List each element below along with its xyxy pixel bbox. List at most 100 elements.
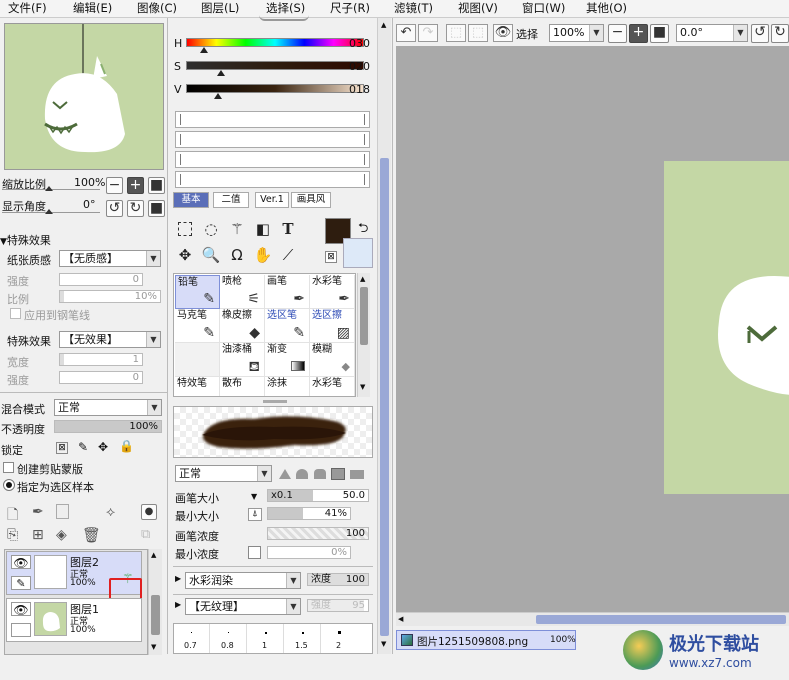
merge-all-icon[interactable]: ⧉ — [141, 527, 150, 542]
menu-view[interactable]: 视图(V) — [458, 1, 498, 16]
menu-file[interactable]: 文件(F) — [8, 1, 47, 16]
invert-selection-button[interactable]: ⬚ — [468, 24, 488, 42]
visibility-eye-icon[interactable]: 👁 — [11, 555, 31, 570]
shapes-icon[interactable]: ◧ — [252, 218, 274, 240]
lock-transparency-icon[interactable]: ⊠ — [56, 442, 68, 454]
pressure-icon[interactable]: ⍋ — [248, 508, 262, 521]
scroll-thumb[interactable] — [360, 287, 368, 345]
layer-mask-icon[interactable]: ⟡ — [106, 504, 115, 520]
menu-ruler[interactable]: 尺子(R) — [330, 1, 370, 16]
toolbar-zoom-in-button[interactable]: + — [629, 24, 648, 43]
brush-marker[interactable]: 马克笔 ✎ — [175, 309, 220, 343]
shape-square-selected-icon[interactable] — [331, 468, 345, 480]
zoom-tool-icon[interactable]: 🔍 — [200, 244, 222, 266]
menu-image[interactable]: 图像(C) — [137, 1, 177, 16]
canvas-image[interactable] — [664, 161, 789, 494]
effects-header[interactable]: ▼特殊效果 — [0, 232, 51, 248]
hand-icon[interactable]: ✋ — [252, 244, 274, 266]
swap-colors-icon[interactable]: ⮌ — [358, 219, 368, 241]
tab-basic[interactable]: 基本 — [173, 192, 209, 208]
new-folder-icon[interactable] — [56, 504, 69, 519]
menu-other[interactable]: 其他(O) — [586, 1, 627, 16]
brush-airbrush[interactable]: 喷枪 ⚟ — [220, 275, 265, 309]
value-handle[interactable] — [214, 93, 222, 99]
document-tab[interactable]: 图片1251509808.png 100% — [396, 630, 576, 650]
texture-density-slider[interactable]: 浓度 100 — [307, 573, 369, 586]
brush-gradient[interactable]: 渐变 — [265, 343, 310, 377]
min-size-slider[interactable]: 41% — [267, 507, 351, 520]
visibility-eye-icon[interactable]: 👁 — [11, 602, 31, 617]
saturation-slider[interactable] — [186, 61, 364, 70]
shape-flat-icon[interactable] — [350, 470, 364, 479]
brush-selection-pen[interactable]: 选区笔 ✎ — [265, 309, 310, 343]
brush-scatter[interactable]: 散布 — [220, 377, 265, 396]
brush-watercolor[interactable]: 水彩笔 ✒ — [310, 275, 355, 309]
hue-handle[interactable] — [200, 47, 208, 53]
brush-size-slider[interactable]: x0.1 50.0 — [267, 489, 369, 502]
texture-select[interactable]: 水彩润染 ▼ — [185, 572, 301, 589]
zoom-slider-handle[interactable] — [45, 186, 53, 191]
scroll-down-icon[interactable]: ▼ — [360, 383, 365, 391]
rect-select-icon[interactable] — [174, 218, 196, 240]
layer-option-button[interactable]: ● — [141, 504, 157, 520]
lock-paint-icon[interactable]: ✎ — [78, 440, 88, 454]
brush-effect-pen[interactable]: 特效笔 — [175, 377, 220, 396]
lasso-icon[interactable]: ◌ — [200, 218, 222, 240]
rotate-slider-handle[interactable] — [45, 209, 53, 214]
copy-layer-icon[interactable]: ⎘ — [7, 527, 18, 543]
background-color[interactable] — [343, 238, 373, 268]
zoom-select[interactable]: 100% ▼ — [549, 24, 604, 42]
tool-panel-scrollbar[interactable]: ▲ ▼ — [377, 18, 391, 654]
rotate-tool-icon[interactable]: Ω — [226, 244, 248, 266]
opacity-slider[interactable]: 100% — [54, 420, 162, 433]
effect-select[interactable]: 【无效果】 ▼ — [59, 331, 161, 348]
min-density-slider[interactable]: 0% — [267, 546, 351, 559]
scale-slider[interactable]: 10% — [59, 290, 161, 303]
scroll-down-icon[interactable]: ▼ — [381, 640, 386, 648]
sample-radio[interactable] — [3, 479, 15, 491]
dot-1[interactable]: 1 — [248, 624, 284, 653]
navigator-preview[interactable] — [4, 23, 164, 170]
shape-round-icon[interactable] — [296, 469, 308, 479]
brush-blur[interactable]: 模糊 ◆ — [310, 343, 355, 377]
menu-window[interactable]: 窗口(W) — [522, 1, 565, 16]
dot-0.7[interactable]: 0.7 — [174, 624, 210, 653]
redo-button[interactable]: ↷ — [418, 24, 438, 42]
menu-layer[interactable]: 图层(L) — [201, 1, 239, 16]
scroll-thumb[interactable] — [380, 158, 389, 636]
scroll-thumb[interactable] — [151, 595, 160, 635]
lock-all-icon[interactable]: 🔒 — [119, 439, 134, 453]
clip-checkbox[interactable] — [3, 462, 14, 473]
rotate-right-button[interactable]: ↻ — [127, 200, 144, 217]
scroll-up-icon[interactable]: ▲ — [360, 275, 365, 283]
delete-layer-icon[interactable]: 🗑 — [82, 526, 101, 544]
paper-select[interactable]: 【无质感】 ▼ — [59, 250, 161, 267]
pen-checkbox[interactable] — [10, 308, 21, 319]
shape-soft-icon[interactable] — [314, 469, 326, 479]
rotate-left-button[interactable]: ↺ — [106, 200, 123, 217]
size-dropdown-icon[interactable]: ▼ — [251, 492, 257, 501]
zoom-out-button[interactable]: − — [106, 177, 123, 194]
toolbar-zoom-reset-button[interactable]: ■ — [650, 24, 669, 43]
text-tool-icon[interactable]: T — [277, 218, 299, 240]
eyedropper-icon[interactable]: ⟋ — [277, 244, 299, 266]
new-pen-layer-icon[interactable]: ✒ — [32, 504, 44, 520]
tab-binary[interactable]: 二值 — [213, 192, 249, 208]
swatch-bar-4[interactable] — [175, 171, 370, 188]
toolbar-rotate-right-button[interactable]: ↻ — [771, 24, 789, 43]
deselect-button[interactable]: ⬚ — [446, 24, 466, 42]
scroll-up-icon[interactable]: ▲ — [381, 21, 386, 29]
layer-scrollbar[interactable]: ▲ ▼ — [148, 549, 162, 655]
tab-painter[interactable]: 画具风 — [291, 192, 331, 208]
hue-slider[interactable] — [186, 38, 364, 47]
selection-visibility-eye-icon[interactable]: 👁 — [493, 24, 513, 42]
strength-slider[interactable]: 0 — [59, 273, 143, 286]
rotate-reset-button[interactable]: ■ — [148, 200, 165, 217]
zoom-in-button[interactable]: + — [127, 177, 144, 194]
dot-0.8[interactable]: 0.8 — [211, 624, 247, 653]
saturation-handle[interactable] — [217, 70, 225, 76]
layer-row-1[interactable]: 👁 图层1 正常 100% — [6, 598, 142, 642]
new-layer-icon[interactable]: 🗋 — [7, 504, 18, 528]
scroll-thumb[interactable] — [536, 615, 786, 624]
swatch-bar-3[interactable] — [175, 151, 370, 168]
